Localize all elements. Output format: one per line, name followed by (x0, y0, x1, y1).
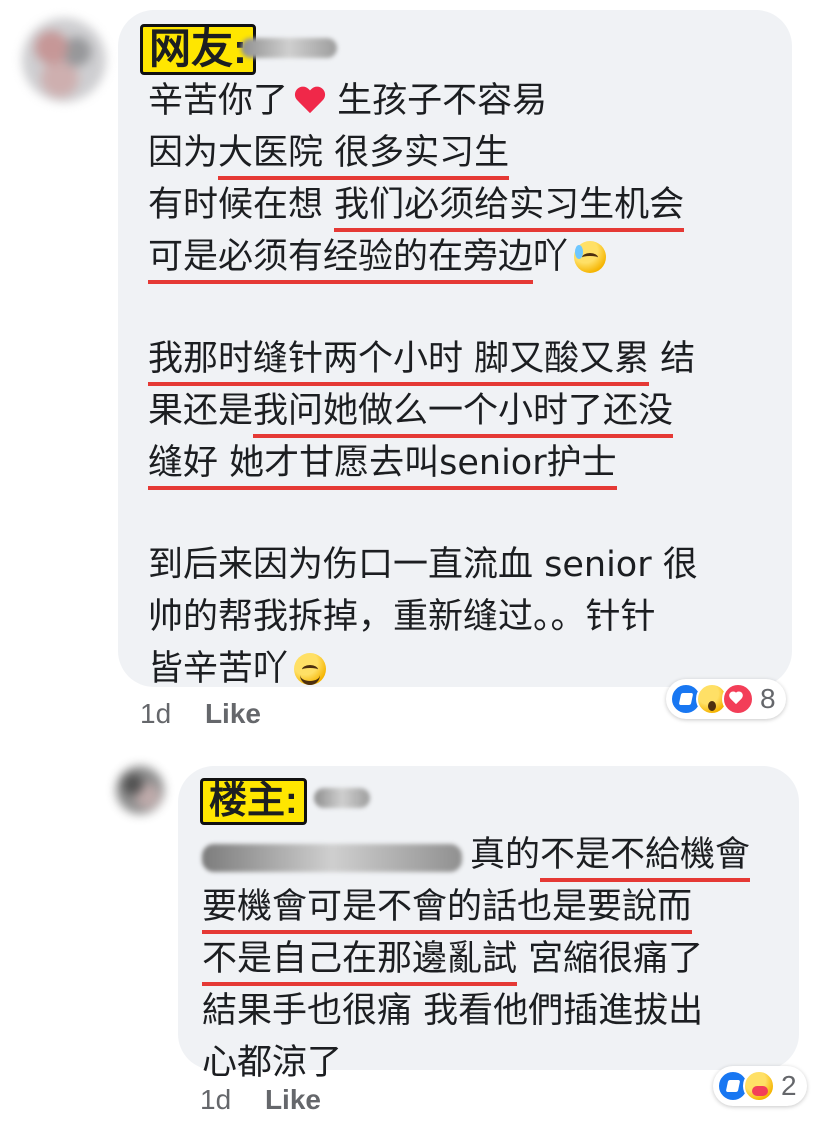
comment-text-segment: 真的 (470, 835, 541, 875)
underlined-text: 不是自己在那邊亂試 (202, 939, 518, 986)
reply-comment-line: 結果手也很痛 我看他們插進拔出 (202, 994, 703, 1029)
main-comment-line: 到后来因为伤口一直流血 senior 很 (148, 548, 698, 583)
love-icon (722, 683, 754, 715)
underlined-text: 可是必须有经验的在旁边 (148, 237, 534, 284)
commenter-avatar[interactable] (22, 18, 106, 102)
reply-comment-bubble: 楼主: 真的不是不給機會 要機會可是不會的話也是要說而 不是自己在那邊亂試 宮縮很痛… (178, 766, 799, 1081)
loudly-crying-icon (294, 653, 327, 685)
comment-time: 1d (140, 698, 172, 729)
main-comment-line: 果还是我问她做么一个小时了还没 (148, 391, 674, 438)
main-reaction-summary[interactable]: 8 (666, 679, 786, 719)
heart-icon (294, 87, 326, 117)
reply-name-tag: 楼主: (200, 778, 307, 825)
underlined-text: 要機會可是不會的話也是要說而 (202, 887, 693, 934)
comment-text-segment: 结 (649, 339, 696, 379)
reply-comment-line: 不是自己在那邊亂試 宮縮很痛了 (202, 939, 704, 986)
like-button[interactable]: Like (205, 698, 261, 729)
underlined-text: 我那时缝针两个小时 脚又酸又累 (148, 339, 650, 386)
blurred-commenter-name (241, 38, 337, 58)
comment-text-segment: 吖 (533, 237, 569, 277)
reply-comment-meta: 1d Like (200, 1086, 321, 1114)
reply-comment-line: 心都涼了 (202, 1046, 342, 1081)
blurred-mentioned-name (202, 844, 462, 872)
underlined-text: 缝好 她才甘愿去叫senior护士 (148, 443, 617, 490)
underlined-text: 不是不給機會 (540, 835, 751, 882)
comment-text-segment: 辛苦你了 (148, 81, 289, 121)
reply-reaction-count: 2 (781, 1070, 797, 1101)
main-comment-line: 帅的帮我拆掉，重新缝过。。针针 (148, 600, 656, 635)
comment-text-segment: 有时候在想 (148, 185, 335, 225)
reply-avatar[interactable] (116, 766, 164, 814)
reply-reaction-summary[interactable]: 2 (713, 1066, 807, 1106)
reply-comment-line: 真的不是不給機會 (202, 835, 751, 882)
comment-text-segment: 結果手也很痛 我看他們插進拔出 (202, 991, 704, 1031)
comment-text-segment: 宮縮很痛了 (517, 939, 704, 979)
main-comment-line: 可是必须有经验的在旁边吖 (148, 237, 607, 284)
main-comment-bubble: 网友: 辛苦你了 生孩子不容易因为大医院 很多实习生有时候在想 我们必须给实习生… (118, 10, 792, 687)
comment-text-segment: 心都涼了 (202, 1043, 343, 1083)
reply-like-button[interactable]: Like (265, 1084, 321, 1115)
main-comment-line: 因为大医院 很多实习生 (148, 133, 510, 180)
underlined-text: 我们必须给实习生机会 (334, 185, 685, 232)
reply-comment-line: 要機會可是不會的話也是要說而 (202, 887, 693, 934)
main-comment-meta: 1d Like (140, 700, 261, 728)
comment-text-segment: 到后来因为伤口一直流血 senior 很 (148, 545, 698, 585)
main-comment-line: 我那时缝针两个小时 脚又酸又累 结 (148, 339, 696, 386)
main-comment-line: 皆辛苦吖 (148, 649, 327, 689)
comment-text-segment: 生孩子不容易 (326, 81, 548, 121)
comment-text-segment: 帅的帮我拆掉，重新缝过。。针针 (148, 597, 656, 637)
underlined-text: 我问她做么一个小时了还没 (253, 391, 674, 438)
anxious-sweat-icon (574, 241, 607, 273)
main-comment-line: 有时候在想 我们必须给实习生机会 (148, 185, 685, 232)
blurred-reply-name (314, 788, 370, 808)
care-icon (743, 1070, 775, 1102)
comment-text-segment: 因为 (148, 133, 219, 173)
comment-text-segment: 皆辛苦吖 (148, 649, 289, 689)
main-comment-line: 辛苦你了 生孩子不容易 (148, 84, 547, 119)
comment-text-segment: 果还是 (148, 391, 254, 431)
commenter-name-tag: 网友: (140, 24, 256, 75)
underlined-text: 大医院 很多实习生 (218, 133, 510, 180)
reply-time: 1d (200, 1084, 232, 1115)
main-comment-line: 缝好 她才甘愿去叫senior护士 (148, 443, 617, 490)
reaction-count: 8 (760, 683, 776, 714)
